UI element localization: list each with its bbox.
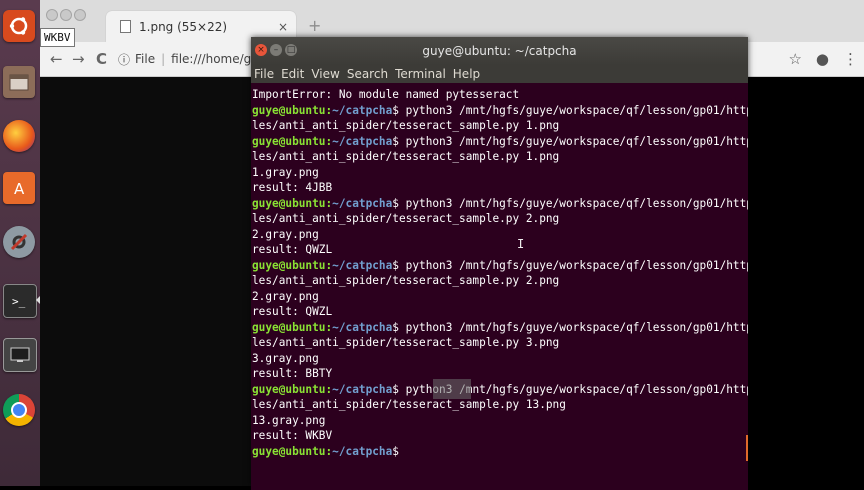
prompt-line: guye@ubuntu:~/catpcha$ python3 /mnt/hgfs… <box>252 320 748 336</box>
output-line: les/anti_anti_spider/tesseract_sample.py… <box>252 212 560 225</box>
prompt-dollar: $ <box>392 103 399 117</box>
terminal-icon[interactable]: >_ <box>3 284 37 318</box>
account-icon[interactable]: ● <box>816 50 829 68</box>
prompt-path: ~/catpcha <box>332 134 393 148</box>
browser-content <box>40 77 251 486</box>
prompt-user: guye@ubuntu <box>252 134 326 148</box>
menu-view[interactable]: View <box>311 67 339 81</box>
tab-title: 1.png (55×22) <box>139 19 228 34</box>
prompt-user: guye@ubuntu <box>252 258 326 272</box>
prompt-user: guye@ubuntu <box>252 196 326 210</box>
output-line: ImportError: No module named pytesseract <box>252 88 520 101</box>
menu-edit[interactable]: Edit <box>281 67 304 81</box>
firefox-icon[interactable] <box>3 120 35 152</box>
browser-min-dot[interactable] <box>60 9 72 21</box>
command-text: python3 /mnt/hgfs/guye/workspace/qf/less… <box>398 320 748 334</box>
close-icon[interactable]: × <box>255 44 267 56</box>
reload-icon[interactable]: C <box>96 50 107 68</box>
browser-tab-strip: 1.png (55×22) × + <box>40 0 864 42</box>
output-line: les/anti_anti_spider/tesseract_sample.py… <box>252 119 560 132</box>
menu-search[interactable]: Search <box>347 67 388 81</box>
svg-text:A: A <box>14 180 25 198</box>
svg-text:>_: >_ <box>12 295 26 308</box>
output-line: result: QWZL <box>252 243 333 256</box>
software-center-icon[interactable]: A <box>3 172 35 204</box>
terminal-output[interactable]: Ι ImportError: No module named pytessera… <box>251 83 748 490</box>
output-line: les/anti_anti_spider/tesseract_sample.py… <box>252 150 560 163</box>
output-line: 3.gray.png <box>252 351 319 365</box>
output-line: 1.gray.png <box>252 165 319 179</box>
output-line: result: 4JBB <box>252 181 333 194</box>
document-icon <box>120 20 131 33</box>
prompt-path: ~/catpcha <box>332 103 393 117</box>
prompt-line: guye@ubuntu:~/catpcha$ python3 /mnt/hgfs… <box>252 103 748 119</box>
maximize-icon[interactable]: □ <box>285 44 297 56</box>
prompt-dollar: $ <box>392 382 399 396</box>
minimize-icon[interactable]: – <box>270 44 282 56</box>
system-settings-icon[interactable] <box>3 226 35 258</box>
ubuntu-dash-icon[interactable] <box>3 10 35 42</box>
files-icon[interactable] <box>3 66 35 98</box>
command-text: python3 /mnt/hgfs/guye/workspace/qf/less… <box>398 196 748 210</box>
overlay-highlight <box>433 379 471 399</box>
prompt-dollar: $ <box>392 134 399 148</box>
prompt-dollar: $ <box>392 320 399 334</box>
launcher-tooltip: WKBV <box>40 28 75 47</box>
browser-max-dot[interactable] <box>74 9 86 21</box>
prompt-line: guye@ubuntu:~/catpcha$ python3 /mnt/hgfs… <box>252 196 748 212</box>
output-line: 2.gray.png <box>252 227 319 241</box>
info-icon: ⓘ <box>118 52 131 67</box>
browser-close-dot[interactable] <box>46 9 58 21</box>
prompt-user: guye@ubuntu <box>252 320 326 334</box>
text-cursor <box>746 435 748 461</box>
tab-close-icon[interactable]: × <box>278 20 288 34</box>
output-line: les/anti_anti_spider/tesseract_sample.py… <box>252 398 566 411</box>
mouse-ibeam-icon: Ι <box>517 237 525 251</box>
prompt-user: guye@ubuntu <box>252 444 326 458</box>
prompt-dollar: $ <box>392 196 399 210</box>
terminal-menubar: File Edit View Search Terminal Help <box>251 65 748 83</box>
new-tab-button[interactable]: + <box>308 16 321 35</box>
prompt-path: ~/catpcha <box>332 258 393 272</box>
prompt-dollar: $ <box>392 258 399 272</box>
command-text: python3 /mnt/hgfs/guye/workspace/qf/less… <box>398 258 748 272</box>
chrome-icon[interactable] <box>3 394 35 426</box>
prompt-user: guye@ubuntu <box>252 382 326 396</box>
prompt-path: ~/catpcha <box>332 382 393 396</box>
output-line: 2.gray.png <box>252 289 319 303</box>
forward-icon[interactable]: → <box>72 50 85 68</box>
prompt-line: guye@ubuntu:~/catpcha$ python3 /mnt/hgfs… <box>252 134 748 150</box>
bookmark-star-icon[interactable]: ☆ <box>788 50 801 68</box>
menu-file[interactable]: File <box>254 67 274 81</box>
output-line: result: WKBV <box>252 429 333 442</box>
output-line: les/anti_anti_spider/tesseract_sample.py… <box>252 336 560 349</box>
prompt-line: guye@ubuntu:~/catpcha$ python3 /mnt/hgfs… <box>252 382 748 398</box>
terminal-titlebar[interactable]: × – □ guye@ubuntu: ~/catpcha <box>251 37 748 65</box>
file-label: File <box>135 52 156 66</box>
terminal-window[interactable]: × – □ guye@ubuntu: ~/catpcha File Edit V… <box>251 37 748 490</box>
prompt-user: guye@ubuntu <box>252 103 326 117</box>
prompt-line: guye@ubuntu:~/catpcha$ python3 /mnt/hgfs… <box>252 258 748 274</box>
menu-terminal[interactable]: Terminal <box>395 67 446 81</box>
ubuntu-launcher: A >_ <box>0 0 41 486</box>
command-text: python3 /mnt/hgfs/guye/workspace/qf/less… <box>398 103 748 117</box>
terminal-title: guye@ubuntu: ~/catpcha <box>422 44 577 58</box>
menu-help[interactable]: Help <box>453 67 480 81</box>
output-line: result: BBTY <box>252 367 333 380</box>
output-line: les/anti_anti_spider/tesseract_sample.py… <box>252 274 560 287</box>
browser-menu-icon[interactable]: ⋮ <box>843 50 858 68</box>
back-icon[interactable]: ← <box>50 50 63 68</box>
output-line: 13.gray.png <box>252 413 326 427</box>
output-line: result: QWZL <box>252 305 333 318</box>
prompt-path: ~/catpcha <box>332 320 393 334</box>
command-text: python3 /mnt/hgfs/guye/workspace/qf/less… <box>398 134 748 148</box>
prompt-path: ~/catpcha <box>332 196 393 210</box>
prompt-dollar: $ <box>392 444 399 458</box>
browser-right-icons: ☆ ● ⋮ <box>788 50 858 68</box>
omnibox-separator: | <box>161 52 166 66</box>
display-icon[interactable] <box>3 338 37 372</box>
prompt-path: ~/catpcha <box>332 444 393 458</box>
prompt-line: guye@ubuntu:~/catpcha$ <box>252 444 748 460</box>
